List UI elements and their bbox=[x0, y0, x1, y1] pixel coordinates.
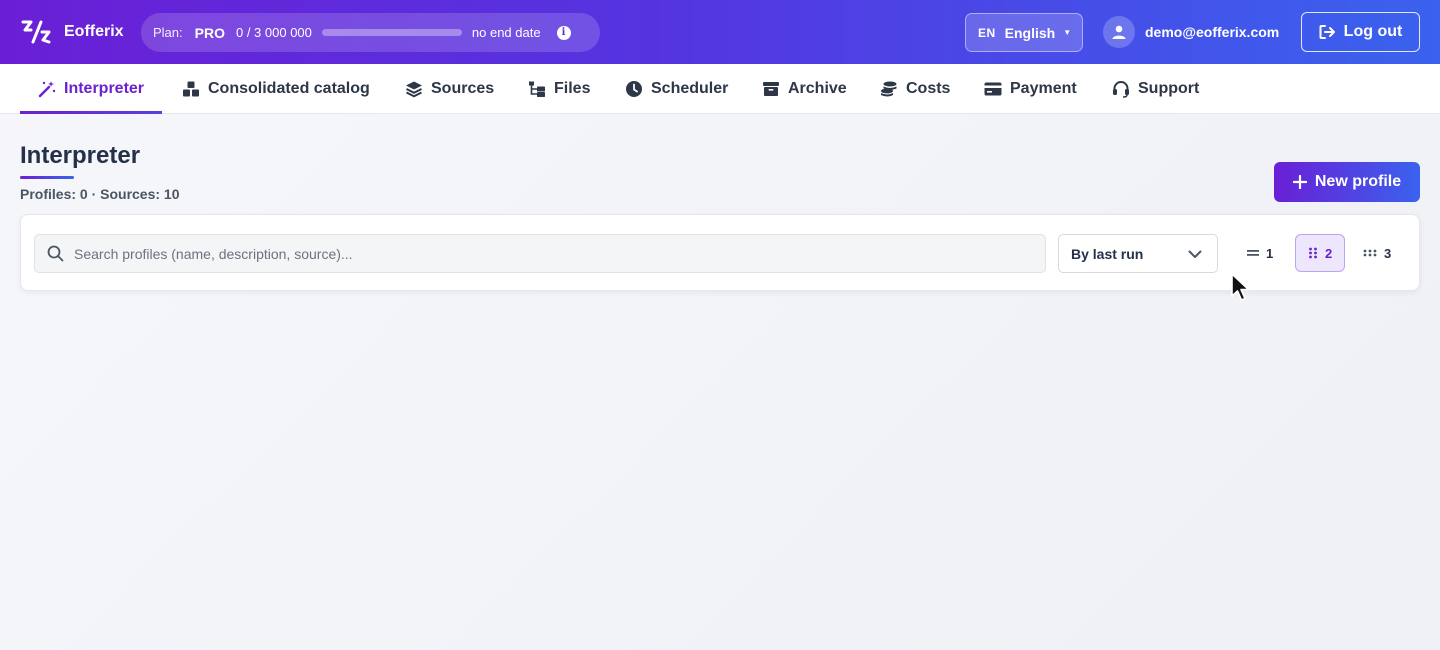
tab-interpreter[interactable]: Interpreter bbox=[19, 64, 163, 114]
layout-2-label: 2 bbox=[1325, 245, 1333, 261]
info-icon[interactable]: i bbox=[556, 25, 571, 40]
language-name: English bbox=[1004, 24, 1056, 41]
new-profile-button[interactable]: New profile bbox=[1274, 162, 1420, 202]
chevron-down-icon bbox=[1188, 250, 1202, 258]
layout-1-label: 1 bbox=[1266, 245, 1274, 261]
plan-label: Plan: bbox=[153, 25, 183, 40]
tab-label: Files bbox=[554, 79, 591, 97]
user-account[interactable]: demo@eofferix.com bbox=[1103, 16, 1279, 48]
filter-bar: By last run 1 2 3 bbox=[20, 214, 1420, 291]
brand-name: Eofferix bbox=[64, 23, 124, 40]
archive-box-icon bbox=[763, 81, 779, 96]
layout-3-column-button[interactable]: 3 bbox=[1351, 234, 1403, 272]
new-profile-label: New profile bbox=[1314, 173, 1402, 190]
tab-label: Support bbox=[1138, 79, 1200, 97]
user-avatar-icon bbox=[1103, 16, 1135, 48]
plan-usage-progress-bar bbox=[321, 29, 462, 36]
page-title: Interpreter bbox=[20, 142, 141, 169]
layout-2-column-button[interactable]: 2 bbox=[1295, 234, 1346, 272]
plus-icon bbox=[1292, 175, 1307, 189]
logout-icon bbox=[1319, 25, 1335, 39]
logo-icon bbox=[21, 20, 51, 44]
caret-down-icon: ▼ bbox=[1063, 28, 1072, 37]
tab-label: Interpreter bbox=[64, 79, 145, 97]
tab-label: Consolidated catalog bbox=[208, 79, 370, 97]
search-icon bbox=[47, 245, 64, 262]
sort-select[interactable]: By last run bbox=[1058, 234, 1218, 273]
one-column-icon bbox=[1247, 250, 1259, 256]
headset-icon bbox=[1113, 80, 1129, 98]
main-nav: Interpreter Consolidated catalog Sources… bbox=[0, 64, 1440, 114]
logout-button[interactable]: Log out bbox=[1301, 12, 1420, 52]
plan-usage-pill: Plan: PRO 0 / 3 000 000 no end date i bbox=[141, 13, 600, 52]
tab-sources[interactable]: Sources bbox=[405, 64, 494, 113]
two-column-icon bbox=[1309, 247, 1317, 259]
tab-costs[interactable]: Costs bbox=[880, 64, 950, 113]
tab-consolidated-catalog[interactable]: Consolidated catalog bbox=[182, 64, 370, 113]
language-selector[interactable]: EN English ▼ bbox=[965, 13, 1083, 52]
plan-name: PRO bbox=[194, 24, 225, 41]
tab-support[interactable]: Support bbox=[1112, 64, 1199, 113]
language-code: EN bbox=[978, 25, 996, 40]
tab-scheduler[interactable]: Scheduler bbox=[625, 64, 728, 113]
tab-label: Payment bbox=[1010, 79, 1077, 97]
clock-icon bbox=[626, 80, 642, 97]
logout-label: Log out bbox=[1343, 23, 1403, 40]
tab-payment[interactable]: Payment bbox=[984, 64, 1077, 113]
coins-icon bbox=[881, 81, 897, 96]
tab-archive[interactable]: Archive bbox=[762, 64, 847, 113]
page-stats: Profiles: 0 · Sources: 10 bbox=[20, 186, 180, 202]
cubes-icon bbox=[183, 81, 199, 96]
tab-label: Archive bbox=[788, 79, 847, 97]
title-underline bbox=[20, 176, 74, 179]
search-box[interactable] bbox=[34, 234, 1046, 273]
mouse-cursor-icon bbox=[1231, 273, 1250, 301]
sort-value: By last run bbox=[1071, 245, 1144, 262]
search-input[interactable] bbox=[74, 245, 974, 262]
brand-logo[interactable]: Eofferix bbox=[20, 18, 124, 46]
layout-3-label: 3 bbox=[1384, 245, 1392, 261]
layout-1-column-button[interactable]: 1 bbox=[1235, 234, 1285, 272]
tab-files[interactable]: Files bbox=[528, 64, 590, 113]
layers-icon bbox=[406, 81, 422, 97]
top-header: Eofferix Plan: PRO 0 / 3 000 000 no end … bbox=[0, 0, 1440, 64]
plan-end-date: no end date bbox=[471, 25, 541, 40]
credit-card-icon bbox=[984, 82, 1002, 95]
folder-tree-icon bbox=[529, 81, 545, 97]
tab-label: Costs bbox=[906, 79, 951, 97]
tab-label: Scheduler bbox=[651, 79, 729, 97]
tab-label: Sources bbox=[431, 79, 495, 97]
three-column-icon bbox=[1363, 249, 1377, 257]
plan-usage-count: 0 / 3 000 000 bbox=[235, 25, 312, 40]
magic-wand-icon bbox=[38, 80, 56, 97]
user-email: demo@eofferix.com bbox=[1145, 24, 1280, 40]
